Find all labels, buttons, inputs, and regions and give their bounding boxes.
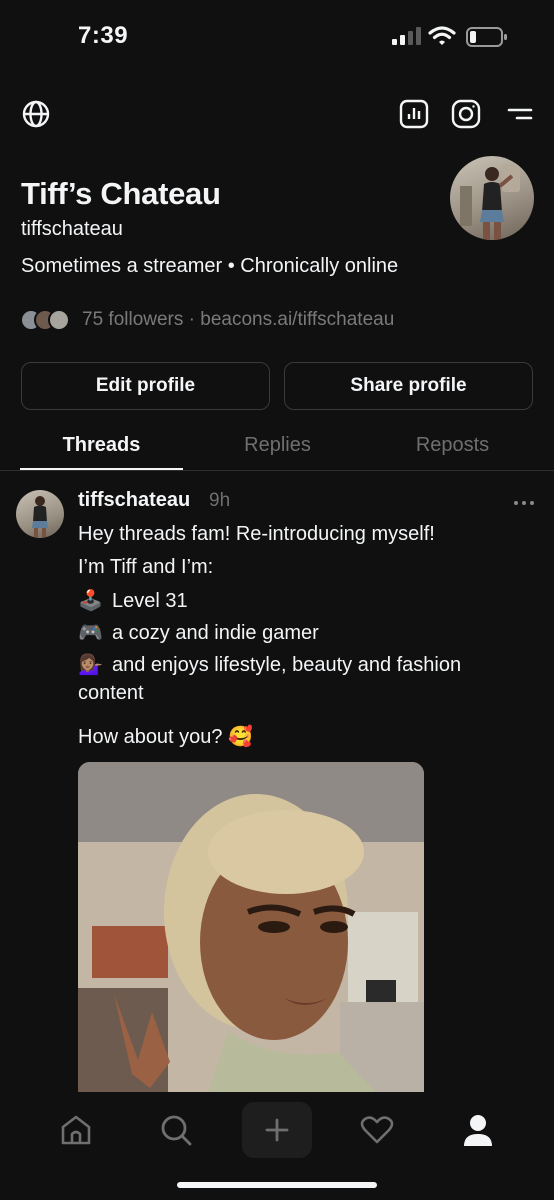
post-avatar[interactable] xyxy=(16,490,64,538)
post-text-line: 🎮 a cozy and indie gamer xyxy=(78,620,319,645)
edit-profile-button[interactable]: Edit profile xyxy=(21,362,270,410)
top-nav xyxy=(0,92,554,136)
bar-chart-icon[interactable] xyxy=(392,92,436,136)
new-thread-button[interactable] xyxy=(242,1102,312,1158)
game-controller-emoji: 🎮 xyxy=(78,622,103,644)
post-text-gamer: a cozy and indie gamer xyxy=(112,622,319,644)
profile-icon[interactable] xyxy=(448,1102,508,1158)
person-emoji: 💁🏽‍♀️ xyxy=(78,654,103,676)
post-text-line: How about you? 🥰 xyxy=(78,724,253,749)
tab-reposts[interactable]: Reposts xyxy=(371,434,534,457)
post-image[interactable] xyxy=(78,762,424,1094)
globe-icon[interactable] xyxy=(14,92,58,136)
post-text-question: How about you? xyxy=(78,726,223,748)
search-icon[interactable] xyxy=(146,1102,206,1158)
separator-dot: · xyxy=(188,309,195,330)
followers-row[interactable]: 75 followers · beacons.ai/tiffschateau xyxy=(20,306,394,334)
battery-icon xyxy=(466,27,507,47)
heart-icon[interactable] xyxy=(347,1102,407,1158)
post-text-line: Hey threads fam! Re-introducing myself! xyxy=(78,523,435,545)
home-indicator xyxy=(177,1182,377,1188)
post-time: 9h xyxy=(209,490,231,511)
post-text-level: Level 31 xyxy=(112,590,188,612)
profile-link[interactable]: beacons.ai/tiffschateau xyxy=(200,309,394,330)
post-username[interactable]: tiffschateau xyxy=(78,489,190,512)
profile-tabs: Threads Replies Reposts xyxy=(0,422,554,471)
more-options-icon[interactable] xyxy=(512,496,536,510)
signal-icon xyxy=(392,27,421,45)
post-text-line: content xyxy=(78,682,144,704)
follower-avatar xyxy=(48,309,70,331)
tab-threads[interactable]: Threads xyxy=(20,434,183,457)
status-time: 7:39 xyxy=(78,22,129,49)
profile-name: Tiff’s Chateau xyxy=(21,176,221,211)
profile-handle: tiffschateau xyxy=(21,218,123,240)
wifi-icon xyxy=(428,26,456,45)
post-text-line: 🕹️ Level 31 xyxy=(78,588,188,613)
status-bar: 7:39 xyxy=(0,0,554,76)
menu-icon[interactable] xyxy=(498,92,542,136)
profile-bio: Sometimes a streamer • Chronically onlin… xyxy=(21,255,399,277)
home-icon[interactable] xyxy=(46,1102,106,1158)
joystick-emoji: 🕹️ xyxy=(78,590,103,612)
share-profile-button[interactable]: Share profile xyxy=(284,362,533,410)
profile-avatar[interactable] xyxy=(450,156,534,240)
threads-profile-screen: 7:39 Tiff’s Chateau tiffschateau Sometim… xyxy=(0,0,554,1200)
post-text-line: I’m Tiff and I’m: xyxy=(78,556,214,578)
post-text-lifestyle: and enjoys lifestyle, beauty and fashion xyxy=(112,654,462,676)
active-tab-indicator xyxy=(20,468,183,470)
post-text-line: 💁🏽‍♀️ and enjoys lifestyle, beauty and fa… xyxy=(78,652,461,677)
instagram-icon[interactable] xyxy=(444,92,488,136)
bottom-nav xyxy=(0,1092,554,1200)
followers-count[interactable]: 75 followers xyxy=(82,309,183,330)
smiling-hearts-emoji: 🥰 xyxy=(228,726,254,748)
tab-replies[interactable]: Replies xyxy=(196,434,359,457)
